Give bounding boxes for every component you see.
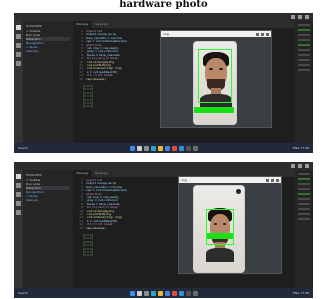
search-icon[interactable] <box>136 290 142 296</box>
maximize-icon[interactable] <box>298 164 302 168</box>
source-control-icon[interactable] <box>16 43 21 48</box>
maximize-icon[interactable] <box>271 178 274 182</box>
tab-main[interactable]: main.py <box>73 170 93 177</box>
explorer-panel: EXPLORER > Outline Run code Detection Re… <box>23 170 73 288</box>
editor-tabs: main.py faces.py <box>73 21 295 28</box>
extensions-icon[interactable] <box>16 61 21 66</box>
search-icon[interactable] <box>16 183 21 188</box>
folder-icon[interactable] <box>157 145 163 151</box>
figure-caption: hardware photo <box>119 0 208 10</box>
close-icon[interactable] <box>305 15 309 19</box>
camera-window-title: img <box>163 32 169 36</box>
run-debug-icon[interactable] <box>16 52 21 57</box>
terminal-output-line: [0 0 0] <box>83 105 93 109</box>
run-debug-icon[interactable] <box>16 201 21 206</box>
search-icon[interactable] <box>136 145 142 151</box>
taskbar-search[interactable]: Search <box>18 291 28 295</box>
store-icon[interactable] <box>164 145 170 151</box>
extensions-icon[interactable] <box>16 210 21 215</box>
files-icon[interactable] <box>16 174 21 179</box>
title-bar <box>14 13 313 21</box>
vscode-icon[interactable] <box>178 145 184 151</box>
tab-faces[interactable]: faces.py <box>92 170 112 177</box>
camera-app-icon[interactable] <box>192 290 198 296</box>
vscode-icon[interactable] <box>178 290 184 296</box>
maximize-icon[interactable] <box>298 15 302 19</box>
camera-feed <box>179 183 281 273</box>
start-icon[interactable] <box>129 290 135 296</box>
tab-faces[interactable]: faces.py <box>92 21 112 28</box>
minimap-panel <box>295 170 313 288</box>
windows-taskbar: Search ENG 17:48 <box>14 288 313 298</box>
taskbar-clock[interactable]: ENG 17:48 <box>293 291 309 295</box>
explorer-panel: EXPLORER > Outline Run code Detection Re… <box>23 21 73 143</box>
explorer-item[interactable]: main.py <box>26 198 70 202</box>
code-line: 15 cap.release() <box>79 226 106 230</box>
close-icon[interactable] <box>266 32 269 36</box>
camera-window[interactable]: img <box>178 176 282 274</box>
terminal-icon[interactable] <box>185 290 191 296</box>
tab-main[interactable]: main.py <box>73 21 93 28</box>
maximize-icon[interactable] <box>261 32 264 36</box>
camera-feed <box>161 37 271 127</box>
chrome-icon[interactable] <box>171 290 177 296</box>
face-detection-box <box>198 49 232 103</box>
chrome-icon[interactable] <box>171 145 177 151</box>
close-icon[interactable] <box>305 164 309 168</box>
code-line: 15 cap.release() <box>79 77 106 81</box>
explorer-item[interactable]: main.py <box>26 49 70 53</box>
recognition-label <box>207 233 233 239</box>
taskbar-search[interactable]: Search <box>18 146 28 150</box>
task-view-icon[interactable] <box>143 145 149 151</box>
edge-icon[interactable] <box>150 290 156 296</box>
recognition-label <box>194 107 234 113</box>
minimize-icon[interactable] <box>291 164 295 168</box>
store-icon[interactable] <box>164 290 170 296</box>
minimize-icon[interactable] <box>256 32 259 36</box>
files-icon[interactable] <box>16 25 21 30</box>
windows-taskbar: Search ENG 17:48 <box>14 143 313 153</box>
camera-window[interactable]: img <box>160 30 272 128</box>
camera-window-title: img <box>181 178 187 182</box>
search-icon[interactable] <box>16 34 21 39</box>
source-control-icon[interactable] <box>16 192 21 197</box>
minimize-icon[interactable] <box>291 15 295 19</box>
start-icon[interactable] <box>129 145 135 151</box>
terminal-output-line: [0 0 0] <box>83 254 93 258</box>
edge-icon[interactable] <box>150 145 156 151</box>
taskbar-clock[interactable]: ENG 17:48 <box>293 146 309 150</box>
phone-camera-icon <box>236 189 241 194</box>
close-icon[interactable] <box>276 178 279 182</box>
minimize-icon[interactable] <box>266 178 269 182</box>
activity-bar <box>14 21 23 143</box>
title-bar <box>14 162 313 170</box>
activity-bar <box>14 170 23 288</box>
camera-app-icon[interactable] <box>192 145 198 151</box>
folder-icon[interactable] <box>157 290 163 296</box>
screenshot-top: EXPLORER > Outline Run code Detection Re… <box>14 13 313 153</box>
screenshot-bottom: EXPLORER > Outline Run code Detection Re… <box>14 162 313 298</box>
minimap-panel <box>295 21 313 143</box>
face-detection-box <box>206 209 234 245</box>
terminal-icon[interactable] <box>185 145 191 151</box>
task-view-icon[interactable] <box>143 290 149 296</box>
